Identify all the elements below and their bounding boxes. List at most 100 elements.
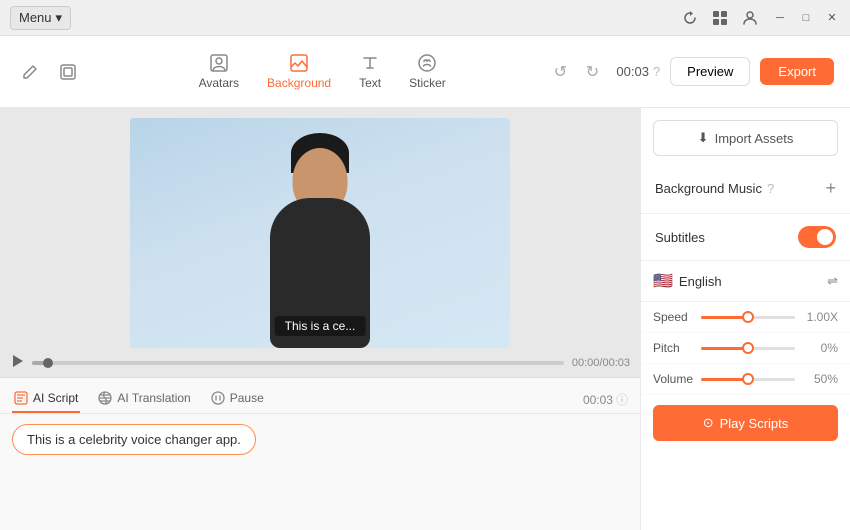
subtitles-row: Subtitles (641, 214, 850, 261)
pitch-thumb (742, 342, 754, 354)
tab-text[interactable]: Text (359, 53, 381, 90)
toolbar-center: Avatars Background Text Sticker (106, 53, 538, 90)
undo-button[interactable]: ↺ (546, 58, 574, 86)
toolbar-right: ↺ ↻ 00:03 ? Preview Export (546, 57, 834, 86)
import-assets-button[interactable]: ⬇ Import Assets (653, 120, 838, 156)
tab-ai-translation[interactable]: AI Translation (96, 386, 192, 413)
right-panel: ⬇ Import Assets Background Music ? + Sub… (640, 108, 850, 530)
pitch-value: 0% (803, 341, 838, 355)
background-label: Background (267, 76, 331, 90)
tab-duration: 00:03 ⓘ (583, 391, 628, 408)
chevron-down-icon: ▾ (56, 10, 63, 26)
toolbar-left (16, 58, 82, 86)
titlebar: Menu ▾ ─ □ ✕ (0, 0, 850, 36)
import-label: Import Assets (715, 131, 794, 146)
speed-label: Speed (653, 310, 693, 324)
add-bg-music-button[interactable]: + (825, 178, 836, 199)
progress-thumb (43, 358, 53, 368)
speed-fill (701, 316, 748, 319)
time-display: 00:03 ? (616, 64, 660, 79)
subtitle-text: This is a ce... (285, 319, 356, 333)
tab-background[interactable]: Background (267, 53, 331, 90)
flag-icon: 🇺🇸 (653, 271, 673, 291)
speed-thumb (742, 311, 754, 323)
bg-music-label: Background Music ? (655, 181, 774, 196)
volume-fill (701, 378, 748, 381)
tabs-left: AI Script AI Translation (12, 386, 266, 413)
editor-panel: AI Script AI Translation (0, 377, 640, 530)
play-scripts-button[interactable]: ⊙ Play Scripts (653, 405, 838, 441)
close-button[interactable]: ✕ (824, 10, 840, 26)
play-button[interactable] (10, 354, 24, 371)
play-scripts-label: Play Scripts (720, 416, 789, 431)
bg-music-text: Background Music (655, 181, 762, 196)
tab-ai-script[interactable]: AI Script (12, 386, 80, 413)
editor-content: This is a celebrity voice changer app. (0, 414, 640, 530)
undo-redo: ↺ ↻ (546, 58, 606, 86)
tab-pause[interactable]: Pause (209, 386, 266, 413)
duration-value: 00:03 (583, 393, 613, 407)
bg-music-header: Background Music ? + (655, 178, 836, 199)
tab-avatars[interactable]: Avatars (199, 53, 239, 90)
maximize-button[interactable]: □ (798, 10, 814, 26)
video-time: 00:00/00:03 (572, 357, 630, 369)
pitch-slider[interactable] (701, 347, 795, 350)
window-controls: ─ □ ✕ (772, 10, 840, 26)
script-text[interactable]: This is a celebrity voice changer app. (12, 424, 256, 455)
edit-icon[interactable] (16, 58, 44, 86)
volume-row: Volume 50% (641, 364, 850, 395)
titlebar-right: ─ □ ✕ (682, 10, 840, 26)
redo-button[interactable]: ↻ (578, 58, 606, 86)
speed-row: Speed 1.00X (641, 302, 850, 333)
video-container: This is a ce... (130, 118, 510, 348)
menu-button[interactable]: Menu ▾ (10, 6, 71, 30)
tab-sticker[interactable]: Sticker (409, 53, 446, 90)
subtitles-label: Subtitles (655, 230, 705, 245)
grid-icon[interactable] (712, 10, 728, 26)
volume-label: Volume (653, 372, 693, 386)
volume-thumb (742, 373, 754, 385)
sticker-label: Sticker (409, 76, 446, 90)
subtitle-overlay: This is a ce... (275, 316, 366, 336)
language-label: English (679, 274, 722, 289)
video-controls: 00:00/00:03 (0, 348, 640, 377)
toolbar: Avatars Background Text Sticker ↺ ↻ (0, 36, 850, 108)
ai-script-label: AI Script (33, 391, 78, 405)
pause-label: Pause (230, 391, 264, 405)
left-panel: This is a ce... 00:00/00:03 (0, 108, 640, 530)
toggle-thumb (817, 229, 833, 245)
refresh-icon[interactable] (682, 10, 698, 26)
text-label: Text (359, 76, 381, 90)
user-icon[interactable] (742, 10, 758, 26)
speed-slider[interactable] (701, 316, 795, 319)
ai-translation-label: AI Translation (117, 391, 190, 405)
help-icon: ? (653, 64, 660, 79)
speed-value: 1.00X (803, 310, 838, 324)
layers-icon[interactable] (54, 58, 82, 86)
bg-music-section: Background Music ? + (641, 168, 850, 214)
progress-bar[interactable] (32, 361, 564, 365)
pitch-fill (701, 347, 748, 350)
volume-value: 50% (803, 372, 838, 386)
menu-label: Menu (19, 10, 52, 25)
pitch-label: Pitch (653, 341, 693, 355)
avatars-label: Avatars (199, 76, 239, 90)
bg-music-help-icon: ? (767, 181, 774, 196)
language-left: 🇺🇸 English (653, 271, 722, 291)
time-value: 00:03 (616, 64, 649, 79)
play-circle-icon: ⊙ (703, 415, 714, 431)
download-icon: ⬇ (698, 130, 709, 146)
info-icon: ⓘ (616, 391, 628, 408)
swap-icon[interactable]: ⇌ (827, 273, 838, 289)
editor-tabs: AI Script AI Translation (0, 378, 640, 414)
subtitles-toggle[interactable] (798, 226, 836, 248)
export-button[interactable]: Export (760, 58, 834, 85)
preview-button[interactable]: Preview (670, 57, 750, 86)
titlebar-left: Menu ▾ (10, 6, 71, 30)
video-area: This is a ce... (0, 108, 640, 348)
minimize-button[interactable]: ─ (772, 10, 788, 26)
main-area: This is a ce... 00:00/00:03 (0, 108, 850, 530)
voice-panel: 🇺🇸 English ⇌ Speed 1.00X Pitch (641, 261, 850, 530)
language-row: 🇺🇸 English ⇌ (641, 261, 850, 302)
volume-slider[interactable] (701, 378, 795, 381)
